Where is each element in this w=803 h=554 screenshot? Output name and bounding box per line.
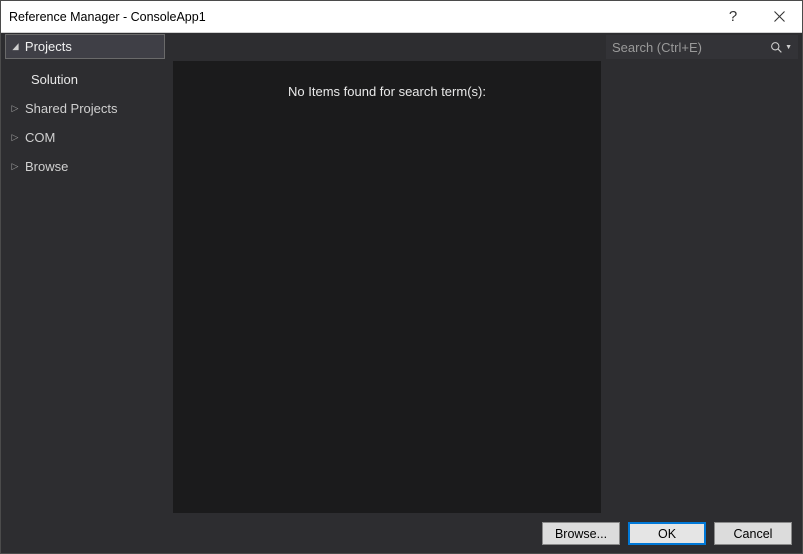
ok-button[interactable]: OK — [628, 522, 706, 545]
sidebar-item-solution[interactable]: Solution — [1, 65, 173, 94]
results-pane: No Items found for search term(s): — [173, 61, 601, 513]
search-icon — [770, 41, 783, 54]
caret-right-icon: ▷ — [11, 103, 19, 114]
sidebar-item-label: Solution — [31, 72, 78, 87]
empty-message: No Items found for search term(s): — [288, 84, 486, 513]
caret-down-icon: ◢ — [12, 41, 18, 52]
caret-right-icon: ▷ — [11, 132, 19, 143]
button-label: Browse... — [555, 527, 607, 541]
search-placeholder: Search (Ctrl+E) — [612, 40, 764, 55]
tab-label: Projects — [25, 39, 72, 54]
details-pane — [601, 61, 802, 513]
sidebar-item-label: COM — [25, 130, 55, 145]
help-button[interactable]: ? — [710, 1, 756, 33]
tab-projects[interactable]: ◢ Projects — [5, 34, 165, 59]
sidebar-item-shared-projects[interactable]: ▷ Shared Projects — [1, 94, 173, 123]
search-button[interactable]: ▼ — [770, 41, 792, 54]
spacer — [165, 33, 606, 61]
browse-button[interactable]: Browse... — [542, 522, 620, 545]
cancel-button[interactable]: Cancel — [714, 522, 792, 545]
footer: Browse... OK Cancel — [1, 513, 802, 553]
sidebar-item-label: Shared Projects — [25, 101, 118, 116]
caret-right-icon: ▷ — [11, 161, 19, 172]
close-button[interactable] — [756, 1, 802, 33]
main-area: No Items found for search term(s): — [173, 61, 802, 513]
sidebar-item-browse[interactable]: ▷ Browse — [1, 152, 173, 181]
button-label: Cancel — [734, 527, 773, 541]
top-strip: ◢ Projects Search (Ctrl+E) ▼ — [1, 33, 802, 61]
window-title: Reference Manager - ConsoleApp1 — [9, 10, 710, 24]
sidebar-item-com[interactable]: ▷ COM — [1, 123, 173, 152]
sidebar: Solution ▷ Shared Projects ▷ COM ▷ Brows… — [1, 61, 173, 513]
close-icon — [774, 11, 785, 22]
dropdown-caret-icon: ▼ — [785, 44, 792, 51]
body: Solution ▷ Shared Projects ▷ COM ▷ Brows… — [1, 61, 802, 513]
reference-manager-window: Reference Manager - ConsoleApp1 ? ◢ Proj… — [0, 0, 803, 554]
search-input[interactable]: Search (Ctrl+E) ▼ — [606, 35, 798, 59]
button-label: OK — [658, 527, 676, 541]
titlebar: Reference Manager - ConsoleApp1 ? — [1, 1, 802, 33]
sidebar-item-label: Browse — [25, 159, 68, 174]
